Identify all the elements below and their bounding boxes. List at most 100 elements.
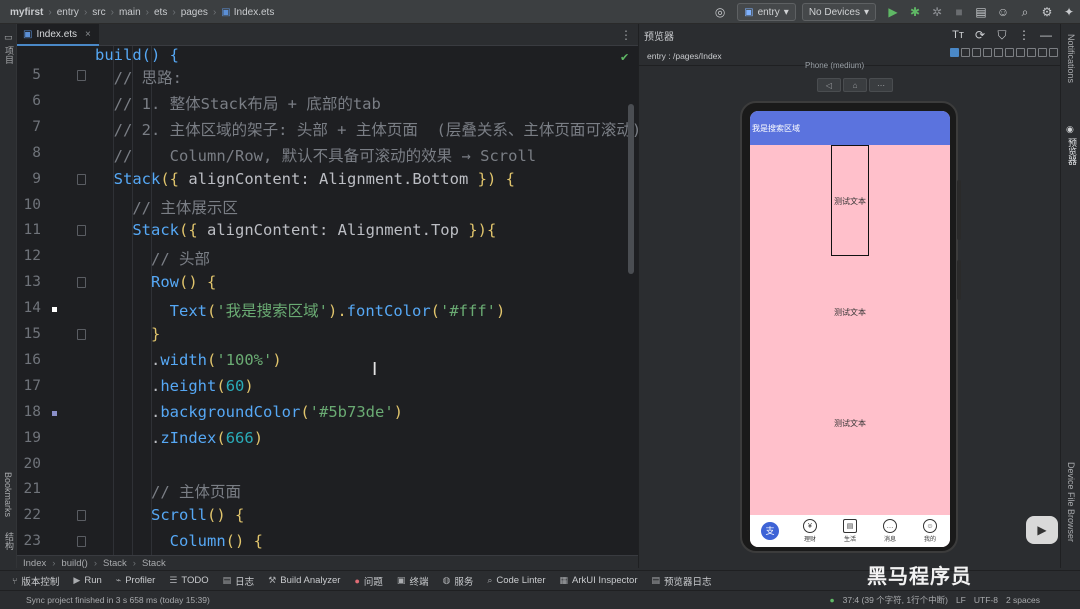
close-icon[interactable]: × <box>85 29 91 40</box>
fold-marker-icon[interactable] <box>77 225 86 237</box>
tool-services[interactable]: ◍ 服务 <box>442 574 473 588</box>
back-icon[interactable]: ◁ <box>817 78 841 92</box>
device-manager-icon[interactable]: ▤ <box>970 1 992 23</box>
grid-icon[interactable] <box>972 48 981 57</box>
tool-log[interactable]: ▤ 日志 <box>223 574 255 588</box>
code-line[interactable]: // 2. 主体区域的架子: 头部 + 主体页面 (层叠关系、主体页面可滚动) <box>95 118 638 140</box>
zoom-out-icon[interactable] <box>1016 48 1025 57</box>
status-message[interactable]: Sync project finished in 3 s 658 ms (tod… <box>26 595 210 605</box>
refresh-icon[interactable]: ⟳ <box>969 24 991 46</box>
attach-debugger-icon[interactable]: ✲ <box>926 1 948 23</box>
fold-marker-icon[interactable] <box>77 510 86 522</box>
more-tabs-icon[interactable]: ⋮ <box>620 28 632 42</box>
code-line[interactable]: Scroll() { <box>95 506 244 524</box>
structure-tool-label[interactable]: 结构 <box>3 532 16 550</box>
fold-marker-icon[interactable] <box>77 173 86 185</box>
code-line[interactable]: // 头部 <box>95 247 210 269</box>
crumb-main[interactable]: main <box>119 7 141 18</box>
crumb-project[interactable]: myfirst <box>10 7 43 18</box>
home-icon[interactable]: ⌂ <box>843 78 867 92</box>
line-number[interactable]: 5 <box>17 67 41 83</box>
line-number[interactable]: 13 <box>17 274 41 290</box>
target-icon[interactable]: ◎ <box>709 1 731 23</box>
tool-arkui-inspector[interactable]: ▦ ArkUI Inspector <box>560 575 638 586</box>
run-icon[interactable]: ▶ <box>882 1 904 23</box>
line-number[interactable]: 14 <box>17 300 41 316</box>
line-number[interactable]: 8 <box>17 145 41 161</box>
line-number[interactable]: 15 <box>17 326 41 342</box>
previewer-tool[interactable]: 预览器 <box>1066 138 1079 165</box>
minimize-icon[interactable]: — <box>1035 24 1057 46</box>
code-line[interactable]: } <box>95 325 160 343</box>
line-number[interactable]: 23 <box>17 533 41 549</box>
crumb-src[interactable]: src <box>92 7 105 18</box>
bookmarks-tool-label[interactable]: Bookmarks <box>3 472 13 517</box>
line-number[interactable]: 20 <box>17 456 41 472</box>
tool-build-analyzer[interactable]: ⚒ Build Analyzer <box>268 575 340 586</box>
code-line[interactable]: // 主体页面 <box>95 480 241 502</box>
device-label[interactable]: Phone (medium) <box>805 61 864 70</box>
crumb-pages[interactable]: pages <box>181 7 208 18</box>
fold-marker-icon[interactable] <box>77 329 86 340</box>
video-play-icon[interactable]: ▶ <box>1026 516 1058 544</box>
fold-marker-icon[interactable] <box>77 536 86 548</box>
original-size-icon[interactable] <box>1038 48 1047 57</box>
phone-screen[interactable]: 我是搜索区域 测试文本 测试文本 测试文本 支 ¥ 理财 ▤ 生活 … 消息 ☺… <box>750 111 950 547</box>
line-number[interactable]: 17 <box>17 378 41 394</box>
crumb-module[interactable]: entry <box>57 7 79 18</box>
fit-icon[interactable] <box>1027 48 1036 57</box>
line-number[interactable]: 10 <box>17 197 41 213</box>
plugins-icon[interactable]: ✦ <box>1058 1 1080 23</box>
line-number[interactable]: 12 <box>17 248 41 264</box>
breadcrumb-item[interactable]: build() <box>61 558 87 569</box>
tool-todo[interactable]: ☰ TODO <box>169 575 208 586</box>
tab-home[interactable]: 支 <box>750 515 790 547</box>
module-dropdown[interactable]: ▣ entry ▾ <box>737 3 796 21</box>
code-area[interactable]: build() { // 思路: // 1. 整体Stack布局 + 底部的ta… <box>95 46 638 555</box>
breadcrumb-item[interactable]: Index <box>23 558 46 569</box>
tool-code-linter[interactable]: ⌕ Code Linter <box>487 575 545 586</box>
indent-setting[interactable]: 2 spaces <box>1006 595 1040 605</box>
code-line[interactable]: .backgroundColor('#5b73de') <box>95 403 403 421</box>
tool-version-control[interactable]: ⑂ 版本控制 <box>12 574 59 588</box>
code-line[interactable]: .zIndex(666) <box>95 429 263 447</box>
fold-marker-icon[interactable] <box>77 70 86 81</box>
line-ending[interactable]: LF <box>956 595 966 605</box>
cursor-position[interactable]: 37:4 (39 个字符, 1行个中断) <box>843 594 948 606</box>
device-dropdown[interactable]: No Devices ▾ <box>801 3 876 21</box>
crumb-file[interactable]: Index.ets <box>234 7 275 18</box>
tool-previewer-log[interactable]: ▤ 预览器日志 <box>651 574 711 588</box>
inspector-icon[interactable]: ⛉ <box>991 24 1013 46</box>
search-area[interactable]: 我是搜索区域 <box>750 111 950 145</box>
tool-terminal[interactable]: ▣ 终端 <box>397 574 429 588</box>
debug-icon[interactable]: ✱ <box>904 1 926 23</box>
crumb-ets[interactable]: ets <box>154 7 167 18</box>
line-number[interactable]: 21 <box>17 481 41 497</box>
line-number[interactable]: 7 <box>17 119 41 135</box>
tab-mine[interactable]: ☺ 我的 <box>910 515 950 547</box>
account-icon[interactable]: ☺ <box>992 1 1014 23</box>
line-number[interactable]: 16 <box>17 352 41 368</box>
color-swatch-icon[interactable] <box>52 410 57 416</box>
notifications-tool[interactable]: Notifications <box>1066 34 1076 83</box>
line-number[interactable]: 9 <box>17 171 41 187</box>
tab-index-ets[interactable]: ▣ Index.ets × <box>17 24 99 46</box>
font-size-icon[interactable]: Tт <box>947 24 969 46</box>
zoom-in-icon[interactable] <box>1005 48 1014 57</box>
multi-device-icon[interactable] <box>950 48 959 57</box>
line-number[interactable]: 22 <box>17 507 41 523</box>
project-tool-icon[interactable]: ▭ <box>4 32 13 43</box>
code-line[interactable]: .width('100%') <box>95 351 282 369</box>
code-line[interactable]: Column() { <box>95 532 263 550</box>
breadcrumb-item[interactable]: Stack <box>142 558 166 569</box>
tool-problems[interactable]: ● 问题 <box>354 574 382 588</box>
code-line[interactable]: Stack({ alignContent: Alignment.Bottom }… <box>95 170 515 188</box>
project-tool-label[interactable]: 项目 <box>3 46 16 64</box>
settings-icon[interactable] <box>1049 48 1058 57</box>
code-line[interactable]: // 思路: <box>95 66 182 88</box>
code-line[interactable]: Text('我是搜索区域').fontColor('#fff') <box>95 299 506 321</box>
code-line[interactable]: Stack({ alignContent: Alignment.Top }){ <box>95 221 496 239</box>
tab-finance[interactable]: ¥ 理财 <box>790 515 830 547</box>
editor-scrollbar[interactable] <box>628 104 634 274</box>
code-line[interactable]: .height(60) <box>95 377 254 395</box>
